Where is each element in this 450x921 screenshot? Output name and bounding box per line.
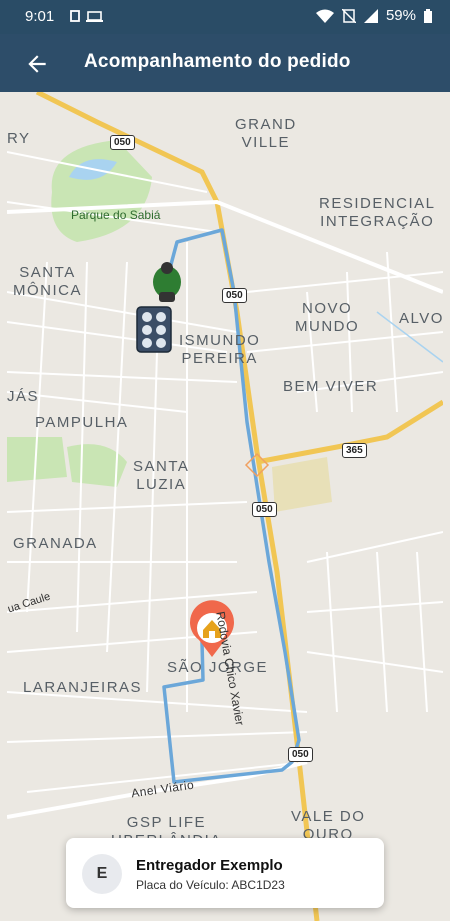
driver-avatar: E — [82, 854, 122, 894]
map-view[interactable]: GRAND VILLE RY RESIDENCIAL INTEGRAÇÃO Pa… — [7, 92, 443, 921]
map-label-grand-ville: GRAND VILLE — [235, 116, 297, 151]
highway-shield: 050 — [222, 288, 247, 303]
page-title: Acompanhamento do pedido — [84, 51, 351, 72]
map-label-santa-luzia: SANTA LUZIA — [133, 458, 190, 493]
status-time: 9:01 — [25, 8, 55, 25]
battery-percent: 59% — [385, 7, 416, 24]
highway-shield: 050 — [252, 502, 277, 517]
highway-shield: 050 — [110, 135, 135, 150]
map-label-santa-monica: SANTA MÔNICA — [13, 264, 82, 299]
laptop-icon — [86, 11, 103, 22]
no-sim-icon — [341, 8, 356, 23]
sim-icon — [70, 10, 80, 22]
map-label-residencial: RESIDENCIAL INTEGRAÇÃO — [319, 195, 436, 230]
map-label-ry: RY — [7, 130, 31, 147]
rider-icon — [153, 262, 181, 302]
field-area — [272, 457, 332, 512]
signal-icon — [363, 8, 378, 23]
package-icon — [136, 306, 172, 353]
app-bar: Acompanhamento do pedido — [0, 34, 450, 92]
map-label-segismundo: ISMUNDO PEREIRA — [179, 332, 261, 367]
wifi-icon — [315, 9, 334, 23]
map-label-novo-mundo: NOVO MUNDO — [295, 300, 360, 335]
park-area — [51, 140, 152, 242]
driver-card[interactable]: E Entregador Exemplo Placa do Veículo: A… — [66, 838, 384, 908]
map-label-sao-jorge: SÃO JORGE — [167, 659, 269, 676]
map-label-parque: Parque do Sabiá — [71, 208, 161, 222]
highway-shield: 365 — [342, 443, 367, 458]
battery-icon — [424, 8, 432, 23]
highway-shield: 050 — [288, 747, 313, 762]
vehicle-plate: Placa do Veículo: ABC1D23 — [136, 878, 285, 892]
map-label-pampulha: PAMPULHA — [35, 414, 129, 431]
status-bar: 9:01 59% — [0, 0, 450, 34]
map-label-laranjeiras: LARANJEIRAS — [23, 679, 143, 696]
map-label-granada: GRANADA — [13, 535, 98, 552]
map-label-bem-viver: BEM VIVER — [283, 378, 379, 395]
map-label-alvo: ALVO — [399, 310, 443, 327]
driver-name: Entregador Exemplo — [136, 857, 283, 874]
back-arrow-icon[interactable] — [24, 51, 50, 77]
map-label-jas: JÁS — [7, 388, 40, 405]
